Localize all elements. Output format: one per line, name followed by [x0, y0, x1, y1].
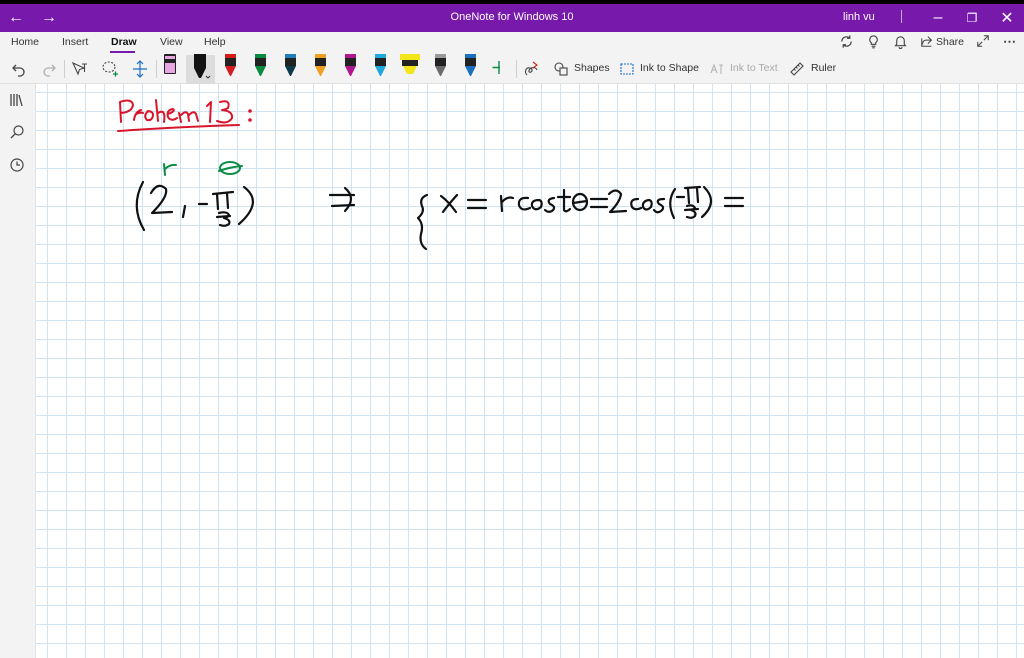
search-icon[interactable]	[9, 124, 27, 142]
shapes-icon[interactable]	[553, 57, 569, 81]
note-canvas[interactable]	[36, 84, 1024, 658]
ink-replay-icon[interactable]	[521, 57, 541, 81]
bell-icon[interactable]	[893, 34, 908, 52]
implies-arrow-ink	[328, 186, 356, 213]
pen-blue-icon[interactable]	[465, 54, 476, 76]
minimize-icon[interactable]: –	[924, 4, 952, 32]
pen-cyan-icon[interactable]	[375, 54, 386, 76]
ink-to-text-icon	[709, 57, 725, 81]
user-name[interactable]: linh vu	[843, 11, 875, 23]
pen-red-icon[interactable]	[225, 54, 236, 76]
pen-magenta-icon[interactable]	[345, 54, 356, 76]
equation-ink-x-equals-rcos-theta	[416, 185, 745, 251]
add-pen-icon[interactable]	[492, 61, 501, 74]
title-separator	[901, 10, 902, 23]
ink-to-text-button: Ink to Text	[730, 62, 778, 74]
pen-orange-icon[interactable]	[315, 54, 326, 76]
ink-to-shape-icon[interactable]	[619, 57, 635, 81]
sync-icon[interactable]	[839, 34, 854, 52]
highlighter-pink-icon[interactable]	[164, 54, 176, 74]
shapes-button[interactable]: Shapes	[574, 62, 610, 74]
ruler-icon[interactable]	[789, 57, 805, 81]
ink-to-shape-button[interactable]: Ink to Shape	[640, 62, 699, 74]
expand-icon[interactable]	[976, 34, 990, 51]
notebooks-icon[interactable]	[9, 92, 27, 110]
more-options-icon[interactable]: ⋯	[1003, 34, 1016, 50]
heading-ink-problem-13	[117, 99, 252, 132]
share-button[interactable]: Share	[936, 36, 964, 48]
highlighter-yellow-icon[interactable]	[400, 54, 420, 74]
pen-gray-icon[interactable]	[435, 54, 446, 76]
navigation-sidebar	[0, 84, 36, 658]
pen-dark-teal-icon[interactable]	[285, 54, 296, 76]
pen-green-icon[interactable]	[255, 54, 266, 76]
restore-icon[interactable]: ❐	[958, 4, 986, 32]
close-icon[interactable]: ✕	[993, 4, 1021, 32]
handwritten-ink	[117, 99, 745, 251]
share-icon[interactable]	[920, 34, 934, 51]
green-labels-ink	[163, 161, 243, 176]
recent-notes-icon[interactable]	[9, 157, 27, 175]
ruler-button[interactable]: Ruler	[811, 62, 836, 74]
pens-svg	[164, 54, 501, 79]
lightbulb-icon[interactable]	[866, 34, 881, 52]
toolbar-separator	[516, 60, 517, 78]
point-ink-2-minus-pi-over-3	[135, 180, 254, 232]
pen-black-selected-icon[interactable]	[194, 54, 211, 79]
